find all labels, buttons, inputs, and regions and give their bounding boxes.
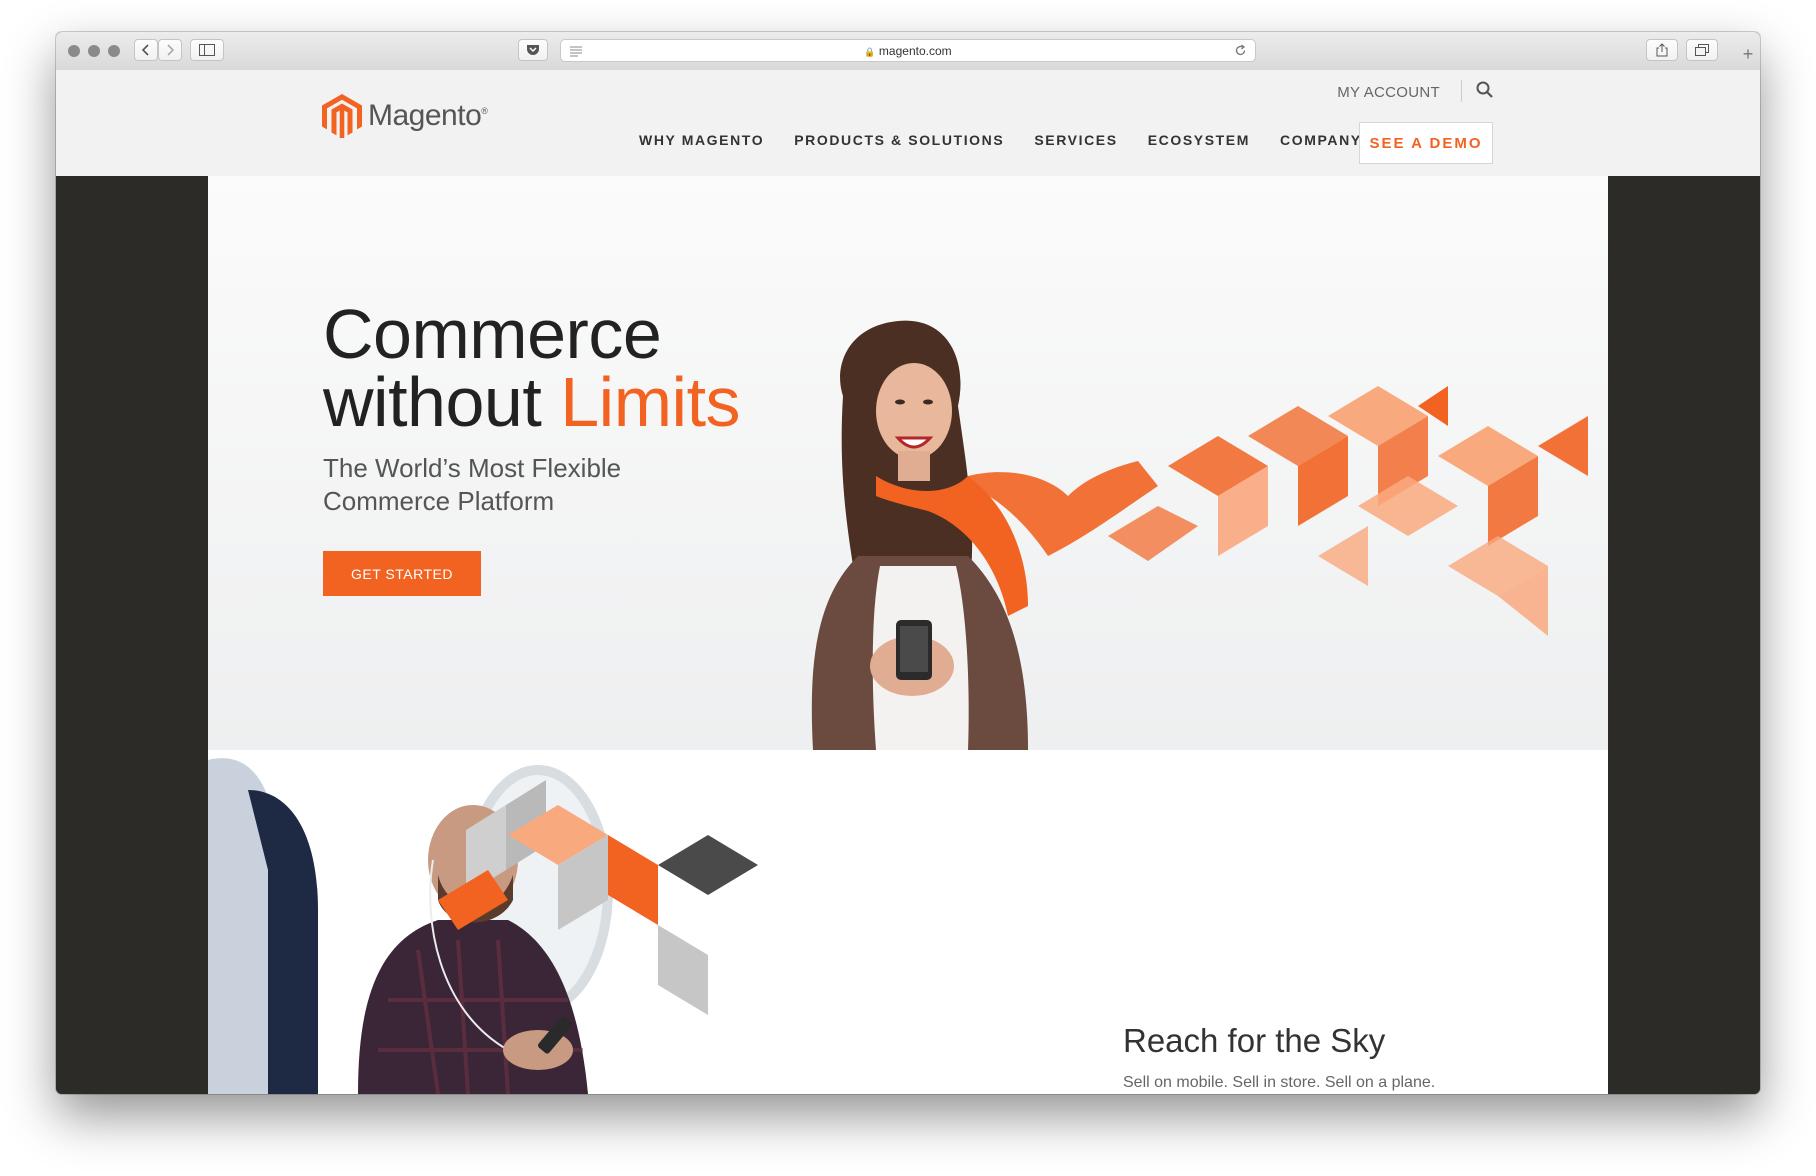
main-nav: WHY MAGENTO PRODUCTS & SOLUTIONS SERVICE…: [624, 132, 1377, 148]
chevron-right-icon: [167, 44, 175, 56]
logo-wordmark: Magento®: [368, 99, 488, 133]
pocket-icon: [527, 45, 539, 55]
close-window-button[interactable]: [68, 45, 80, 57]
logo-text: Magento: [368, 99, 482, 132]
nav-products-solutions[interactable]: PRODUCTS & SOLUTIONS: [779, 132, 1019, 148]
share-icon: [1656, 43, 1668, 57]
web-page: Magento® MY ACCOUNT WHY MAGENTO PRODUCTS…: [56, 70, 1760, 1094]
hero-section: Commerce without Limits The World’s Most…: [208, 176, 1608, 750]
lock-icon: 🔒: [864, 47, 876, 57]
search-icon: [1476, 81, 1493, 98]
minimize-window-button[interactable]: [88, 45, 100, 57]
reach-title: Reach for the Sky: [1123, 1022, 1386, 1059]
sidebar-icon: [199, 44, 215, 56]
sidebar-toggle-button[interactable]: [190, 39, 224, 61]
tabs-overview-button[interactable]: [1686, 39, 1718, 61]
search-button[interactable]: [1476, 81, 1494, 104]
share-button[interactable]: [1646, 39, 1678, 61]
url-text: magento.com: [878, 44, 952, 58]
registered-mark: ®: [481, 106, 488, 116]
man-on-plane-image: [208, 758, 758, 1094]
chevron-left-icon: [141, 44, 149, 56]
plus-icon: +: [1742, 43, 1754, 64]
browser-window: 🔒 magento.com + Magento® MY ACCOUNT WHY …: [56, 32, 1760, 1094]
left-gutter: [56, 176, 208, 1094]
url-display: 🔒 magento.com: [561, 44, 1255, 58]
back-button[interactable]: [134, 39, 158, 61]
browser-toolbar: 🔒 magento.com +: [56, 32, 1760, 71]
magento-logo[interactable]: Magento®: [322, 94, 488, 138]
see-a-demo-button[interactable]: SEE A DEMO: [1359, 122, 1493, 164]
reach-section: Reach for the Sky Sell on mobile. Sell i…: [208, 750, 1608, 1094]
magento-logo-icon: [322, 94, 362, 138]
forward-button[interactable]: [158, 39, 182, 61]
address-bar[interactable]: 🔒 magento.com: [560, 39, 1256, 62]
site-header: Magento® MY ACCOUNT WHY MAGENTO PRODUCTS…: [56, 70, 1760, 177]
tabs-icon: [1695, 44, 1709, 56]
reload-icon[interactable]: [1234, 44, 1247, 57]
my-account-link[interactable]: MY ACCOUNT: [1337, 84, 1440, 101]
hero-woman-image: [811, 320, 1588, 750]
zoom-window-button[interactable]: [108, 45, 120, 57]
new-tab-button[interactable]: +: [1736, 38, 1760, 70]
reach-subtitle: Sell on mobile. Sell in store. Sell on a…: [1123, 1074, 1436, 1091]
pocket-button[interactable]: [518, 39, 548, 61]
nav-ecosystem[interactable]: ECOSYSTEM: [1133, 132, 1265, 148]
nav-services[interactable]: SERVICES: [1019, 132, 1132, 148]
nav-why-magento[interactable]: WHY MAGENTO: [624, 132, 779, 148]
right-gutter: [1608, 176, 1760, 1094]
header-divider: [1461, 80, 1462, 102]
